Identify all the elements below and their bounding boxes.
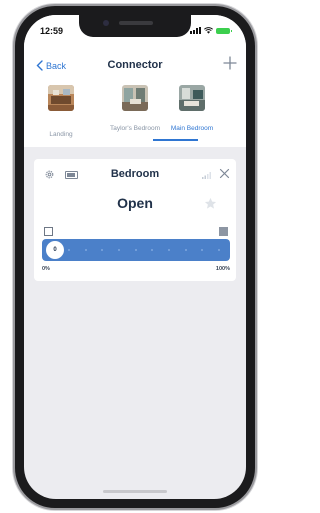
star-icon[interactable] — [204, 197, 217, 210]
blind-closed-icon — [219, 227, 228, 236]
close-icon[interactable] — [219, 168, 230, 179]
phone-frame: 12:59 Back Connector Landing Taylor's Be… — [15, 6, 255, 508]
room-photo-icon — [122, 85, 148, 111]
page-title: Connector — [107, 59, 163, 71]
tab-main-bedroom[interactable]: Main Bedroom — [163, 85, 221, 141]
speaker-icon — [119, 21, 153, 25]
room-photo-icon — [48, 85, 74, 111]
position-slider[interactable]: 0 — [42, 239, 230, 261]
signal-strength-icon — [202, 172, 211, 179]
wifi-icon — [204, 27, 213, 34]
device-card: Bedroom Open 0 0% 100% — [34, 159, 236, 281]
scale-max-label: 100% — [215, 266, 230, 272]
slider-track-dots — [68, 249, 220, 251]
cellular-signal-icon — [190, 27, 201, 34]
phone-notch — [79, 15, 191, 37]
home-indicator — [103, 490, 167, 493]
blind-open-icon — [44, 227, 53, 236]
slider-handle[interactable]: 0 — [46, 241, 64, 259]
tab-label: Landing — [49, 131, 73, 138]
room-photo-icon — [179, 85, 205, 111]
status-icons — [190, 27, 232, 34]
scale-min-label: 0% — [42, 266, 50, 272]
tab-landing[interactable]: Landing — [32, 85, 90, 141]
status-time: 12:59 — [40, 26, 64, 36]
battery-icon — [216, 27, 232, 34]
add-icon[interactable] — [222, 55, 238, 71]
tab-label: Taylor's Bedroom — [109, 125, 160, 132]
active-tab-indicator — [153, 139, 198, 141]
tab-taylors-bedroom[interactable]: Taylor's Bedroom — [106, 85, 164, 141]
app-screen: 12:59 Back Connector Landing Taylor's Be… — [24, 15, 246, 499]
room-tabs: Landing Taylor's Bedroom Main Bedroom — [32, 85, 238, 141]
tab-label: Main Bedroom — [170, 125, 214, 132]
camera-icon — [103, 20, 109, 26]
